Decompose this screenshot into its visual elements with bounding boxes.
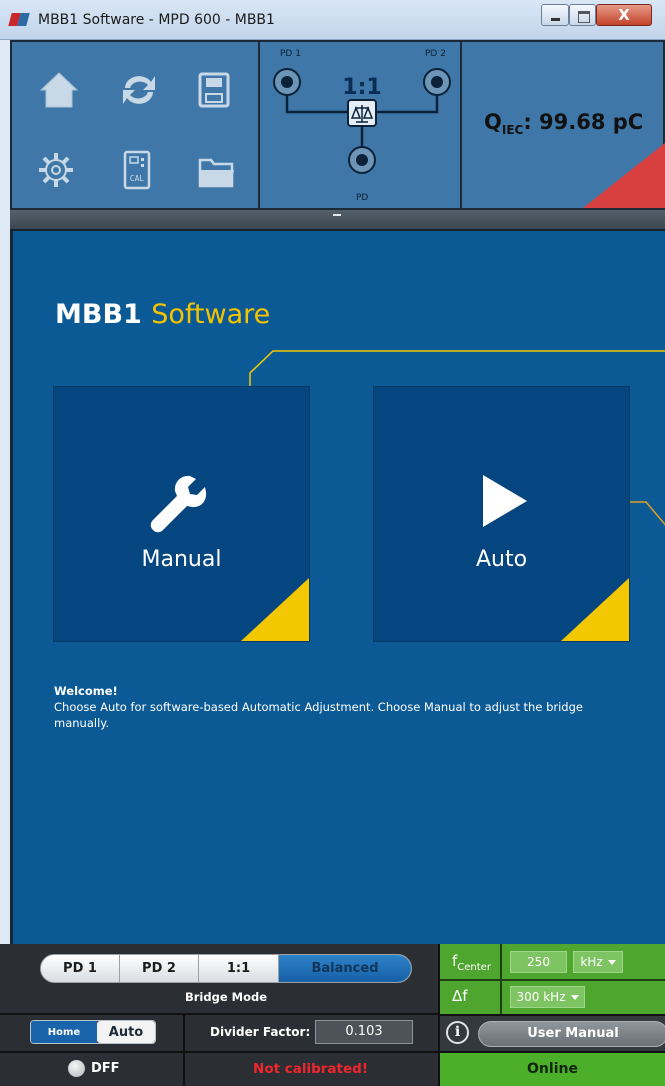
settings-gear-icon[interactable] bbox=[34, 148, 78, 192]
collapse-icon bbox=[333, 214, 341, 216]
bottom-control-bar: PD 1 PD 2 1:1 Balanced Bridge Mode Home … bbox=[0, 944, 665, 1086]
home-auto-toggle: Home Auto bbox=[30, 1020, 156, 1044]
bridge-diagram[interactable]: PD 1 PD 2 PD 1:1 bbox=[262, 42, 462, 208]
app-logo-icon bbox=[8, 13, 32, 26]
welcome-text: Choose Auto for software-based Automatic… bbox=[54, 700, 583, 730]
pd1-connector-icon bbox=[273, 68, 301, 96]
auto-toggle-option[interactable]: Auto bbox=[97, 1021, 155, 1043]
save-icon[interactable] bbox=[192, 68, 236, 112]
close-button[interactable]: X bbox=[596, 4, 652, 26]
calibration-status: Not calibrated! bbox=[253, 1061, 368, 1077]
chevron-down-icon bbox=[607, 959, 616, 965]
fcenter-unit-dropdown[interactable]: kHz bbox=[573, 951, 623, 973]
pd2-connector-icon bbox=[423, 68, 451, 96]
manual-mode-tile[interactable]: Manual bbox=[53, 386, 310, 642]
welcome-title: Welcome! bbox=[54, 684, 118, 698]
bridge-mode-switch: PD 1 PD 2 1:1 Balanced bbox=[40, 954, 412, 983]
user-manual-button[interactable]: User Manual bbox=[478, 1021, 665, 1047]
auto-tile-label: Auto bbox=[475, 547, 528, 572]
bridge-mode-caption: Bridge Mode bbox=[184, 990, 268, 1004]
fcenter-value-field[interactable]: 250 bbox=[510, 951, 567, 973]
refresh-icon[interactable] bbox=[117, 68, 161, 112]
window-title: MBB1 Software - MPD 600 - MBB1 bbox=[38, 12, 275, 28]
pd-label: PD bbox=[356, 193, 368, 203]
divider bbox=[500, 944, 502, 1014]
chevron-down-icon bbox=[570, 994, 579, 1000]
home-icon[interactable] bbox=[37, 68, 81, 112]
bridge-mode-one-to-one[interactable]: 1:1 bbox=[199, 955, 279, 982]
bridge-schematic: PD 1 PD 2 PD 1:1 bbox=[273, 49, 451, 203]
charge-readout-panel: QIEC: 99.68 pC bbox=[464, 42, 665, 208]
app-brand-title: MBB1 Software bbox=[55, 299, 271, 330]
balance-scale-icon bbox=[347, 99, 377, 127]
maximize-button[interactable] bbox=[569, 4, 596, 26]
minimize-button[interactable] bbox=[541, 4, 569, 26]
help-row: i User Manual bbox=[440, 1014, 665, 1051]
wrench-icon bbox=[150, 475, 207, 533]
calibration-icon[interactable]: CAL bbox=[115, 148, 159, 192]
toolbar-icon-group: CAL bbox=[12, 42, 260, 208]
pd2-label: PD 2 bbox=[425, 49, 446, 59]
top-toolbar: CAL PD 1 PD 2 PD 1:1 QIEC: 99.68 pC bbox=[10, 40, 665, 210]
dff-indicator-icon bbox=[68, 1060, 85, 1077]
auto-tile-corner bbox=[561, 578, 629, 641]
divider-factor-field[interactable]: 0.103 bbox=[315, 1020, 413, 1044]
bridge-ratio: 1:1 bbox=[342, 75, 381, 100]
fcenter-row: fCenter 250 kHz bbox=[440, 944, 665, 981]
charge-corner-accent bbox=[583, 143, 665, 208]
dff-label: DFF bbox=[91, 1061, 120, 1076]
open-folder-icon[interactable] bbox=[195, 150, 239, 194]
manual-tile-corner bbox=[241, 578, 309, 641]
window-titlebar: MBB1 Software - MPD 600 - MBB1 X bbox=[0, 0, 665, 40]
main-panel: MBB1 Software Manual Auto Welcome! Choos… bbox=[10, 231, 665, 944]
bridge-mode-balanced[interactable]: Balanced bbox=[279, 955, 411, 982]
manual-tile-label: Manual bbox=[141, 547, 222, 572]
pd-connector-icon bbox=[348, 146, 376, 174]
close-icon: X bbox=[618, 6, 630, 24]
charge-readout: QIEC: 99.68 pC bbox=[484, 110, 644, 138]
play-icon bbox=[483, 475, 527, 527]
bridge-mode-pd1[interactable]: PD 1 bbox=[41, 955, 120, 982]
connection-status: Online bbox=[440, 1053, 665, 1086]
home-toggle-option[interactable]: Home bbox=[31, 1021, 97, 1043]
divider-factor-label: Divider Factor: bbox=[210, 1025, 311, 1039]
dff-toggle[interactable]: DFF bbox=[68, 1060, 120, 1077]
toolbar-collapse-handle[interactable] bbox=[10, 210, 665, 231]
bandwidth-dropdown[interactable]: 300 kHz bbox=[510, 986, 585, 1008]
bandwidth-label: Δf bbox=[452, 987, 468, 1005]
svg-text:CAL: CAL bbox=[130, 174, 145, 183]
divider bbox=[0, 1013, 438, 1015]
pd1-label: PD 1 bbox=[280, 49, 301, 59]
auto-mode-tile[interactable]: Auto bbox=[373, 386, 630, 642]
fcenter-label: fCenter bbox=[452, 952, 491, 973]
info-icon[interactable]: i bbox=[446, 1021, 469, 1044]
bridge-mode-pd2[interactable]: PD 2 bbox=[120, 955, 199, 982]
bandwidth-row: Δf 300 kHz bbox=[440, 981, 665, 1014]
